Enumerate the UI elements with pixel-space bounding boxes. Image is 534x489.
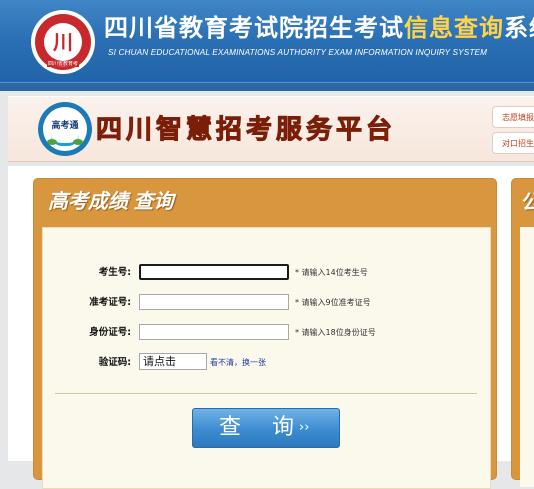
query-button-label: 查 询 bbox=[219, 415, 306, 440]
exam-authority-logo: 川 四川省教育考试院 bbox=[31, 10, 95, 74]
leaf-icon bbox=[73, 139, 83, 145]
logo-caption: 四川省教育考试院 bbox=[47, 61, 79, 67]
captcha-label: 验证码: bbox=[98, 357, 131, 368]
admission-ticket-hint: * 请输入9位准考证号 bbox=[295, 298, 371, 307]
candidate-number-label: 考生号: bbox=[98, 267, 131, 278]
admission-ticket-row: 准考证号: * 请输入9位准考证号 bbox=[43, 293, 490, 313]
banner-title: 四川智慧招考服务平台 bbox=[95, 115, 397, 146]
score-query-panel: 高考成绩 查询 考生号: * 请输入14位考生号 准考证号: * 请输入9位准考… bbox=[33, 178, 497, 489]
captcha-refresh-link[interactable]: 看不清，换一张 bbox=[210, 353, 266, 373]
candidate-number-row: 考生号: * 请输入14位考生号 bbox=[43, 263, 490, 283]
platform-banner[interactable]: 高考通 四川智慧招考服务平台 志愿填报 对口招生 bbox=[8, 96, 534, 162]
captcha-box[interactable]: 请点击 bbox=[139, 353, 207, 370]
site-subtitle: SI CHUAN EDUCATIONAL EXAMINATIONS AUTHOR… bbox=[108, 48, 488, 57]
banner-link-vocational[interactable]: 对口招生 bbox=[492, 132, 534, 154]
announcement-panel: 公 1 上 2 号 经 3 证 bbox=[511, 178, 534, 487]
logo-mark: 川 bbox=[53, 30, 73, 54]
header-bottom-band bbox=[0, 82, 534, 91]
admission-ticket-label: 准考证号: bbox=[89, 297, 131, 308]
announcement-body: 1 上 2 号 经 3 证 bbox=[520, 227, 534, 487]
announcement-panel-title: 公 bbox=[522, 190, 534, 214]
double-chevron-right-icon: ›› bbox=[299, 420, 310, 435]
id-number-label: 身份证号: bbox=[89, 327, 131, 338]
banner-link-volunteer[interactable]: 志愿填报 bbox=[492, 106, 534, 128]
query-button[interactable]: 查 询 ›› bbox=[192, 408, 340, 448]
id-number-hint: * 请输入18位身份证号 bbox=[295, 328, 376, 337]
site-header: 川 四川省教育考试院 四川省教育考试院招生考试信息查询系统 SI CHUAN E… bbox=[0, 0, 534, 91]
gaokaotong-logo-text: 高考通 bbox=[51, 121, 79, 131]
id-number-row: 身份证号: * 请输入18位身份证号 bbox=[43, 323, 490, 343]
admission-ticket-input[interactable] bbox=[139, 294, 289, 310]
id-number-input[interactable] bbox=[139, 324, 289, 340]
query-form: 考生号: * 请输入14位考生号 准考证号: * 请输入9位准考证号 身份证号:… bbox=[42, 227, 491, 489]
panel-title: 高考成绩 查询 bbox=[48, 191, 174, 213]
form-divider bbox=[55, 393, 477, 394]
main-content: 高考成绩 查询 考生号: * 请输入14位考生号 准考证号: * 请输入9位准考… bbox=[8, 166, 534, 489]
candidate-number-input[interactable] bbox=[139, 264, 289, 280]
leaf-icon bbox=[47, 139, 57, 145]
gaokaotong-logo: 高考通 bbox=[38, 102, 92, 156]
captcha-row: 验证码: 请点击 看不清，换一张 bbox=[43, 353, 490, 373]
site-title: 四川省教育考试院招生考试信息查询系统 bbox=[104, 15, 534, 42]
candidate-number-hint: * 请输入14位考生号 bbox=[295, 268, 368, 277]
